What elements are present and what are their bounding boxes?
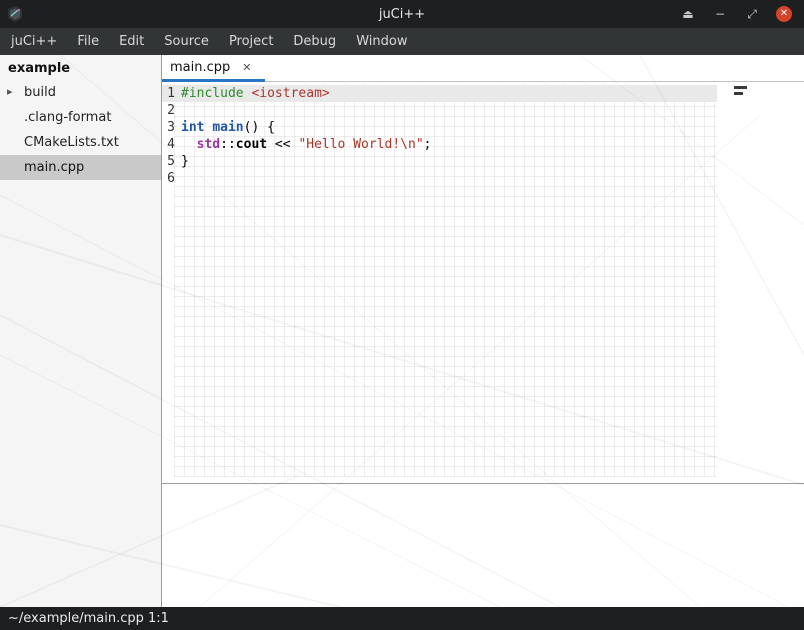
app-logo-icon — [5, 5, 25, 23]
code-line[interactable]: 6 — [162, 170, 804, 187]
tree-item-label: .clang-format — [24, 110, 111, 125]
maximize-button[interactable]: ⤢ — [744, 6, 760, 22]
scrollbar-mark — [734, 86, 747, 89]
line-number: 6 — [165, 170, 175, 187]
code-text: std::cout << "Hello World!\n"; — [181, 136, 431, 153]
tree-item-label: main.cpp — [24, 160, 84, 175]
chevron-right-icon[interactable]: ▸ — [7, 85, 13, 98]
project-root-label: example — [0, 55, 161, 80]
line-number: 4 — [165, 136, 175, 153]
scrollbar-marks — [734, 86, 747, 98]
menu-item-file[interactable]: File — [67, 28, 109, 55]
editor[interactable]: 1#include <iostream>23int main() {4 std:… — [162, 82, 804, 483]
keep-above-button[interactable]: ⏏ — [680, 6, 696, 22]
titlebar: juCi++ ⏏ − ⤢ ✕ — [0, 0, 804, 28]
window-controls: ⏏ − ⤢ ✕ — [680, 6, 804, 22]
tabbar: main.cpp ✕ — [162, 55, 804, 82]
code-line[interactable]: 4 std::cout << "Hello World!\n"; — [162, 136, 804, 153]
minimize-button[interactable]: − — [712, 6, 728, 22]
line-number: 3 — [165, 119, 175, 136]
menu-item-source[interactable]: Source — [154, 28, 219, 55]
editor-lines: 1#include <iostream>23int main() {4 std:… — [162, 82, 804, 187]
tree-item-cmakelists[interactable]: CMakeLists.txt — [0, 130, 161, 155]
line-number: 1 — [165, 85, 175, 102]
menu-item-window[interactable]: Window — [346, 28, 417, 55]
tree-item-label: build — [24, 85, 56, 100]
tree-item-main-cpp[interactable]: main.cpp — [0, 155, 161, 180]
main-column: main.cpp ✕ 1 #include <iostream> 23 int mai… — [162, 55, 804, 607]
tab-label: main.cpp — [170, 60, 230, 75]
menu-item-juci[interactable]: juCi++ — [1, 28, 67, 55]
menubar: juCi++ File Edit Source Project Debug Wi… — [0, 28, 804, 55]
menu-item-edit[interactable]: Edit — [109, 28, 154, 55]
line-number: 5 — [165, 153, 175, 170]
tree-item-clang-format[interactable]: .clang-format — [0, 105, 161, 130]
tree-item-build[interactable]: ▸ build — [0, 80, 161, 105]
line-number: 2 — [165, 102, 175, 119]
menu-item-debug[interactable]: Debug — [283, 28, 346, 55]
status-bar: ~/example/main.cpp 1:1 — [0, 607, 804, 630]
code-line[interactable]: 1 #include <iostream> — [162, 85, 804, 102]
content-area: example ▸ build .clang-format CMakeLists… — [0, 55, 804, 607]
scrollbar-mark — [734, 92, 743, 95]
code-line[interactable]: 3 int main() { — [162, 119, 804, 136]
status-file-path: ~/example/main.cpp 1:1 — [8, 611, 169, 626]
code-text: #include <iostream> — [181, 85, 330, 102]
code-line[interactable]: 5} — [162, 153, 804, 170]
tab-main-cpp[interactable]: main.cpp ✕ — [162, 55, 265, 82]
tree-item-label: CMakeLists.txt — [24, 135, 119, 150]
code-line[interactable]: 2 — [162, 102, 804, 119]
tab-close-icon[interactable]: ✕ — [242, 61, 251, 74]
code-text: int main() { — [181, 119, 275, 136]
app-window: juCi++ ⏏ − ⤢ ✕ juCi++ File Edit Source P… — [0, 0, 804, 630]
close-button[interactable]: ✕ — [776, 6, 792, 22]
file-tree: example ▸ build .clang-format CMakeLists… — [0, 55, 162, 607]
menu-item-project[interactable]: Project — [219, 28, 283, 55]
code-text: } — [181, 153, 189, 170]
output-pane[interactable] — [162, 483, 804, 607]
